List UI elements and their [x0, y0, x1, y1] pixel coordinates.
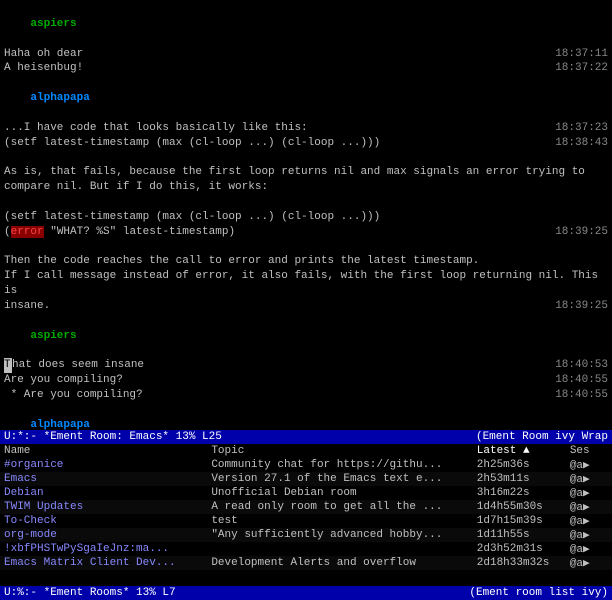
message-line: compare nil. But if I do this, it works:	[4, 180, 608, 195]
room-latest-cell: 2d18h33m32s	[473, 556, 566, 570]
username-alphapapa: alphapapa	[30, 92, 89, 104]
list-item[interactable]: Debian Unofficial Debian room3h16m22s@a▶	[0, 486, 612, 500]
room-latest-cell: 1d4h55m30s	[473, 500, 566, 514]
list-item[interactable]: TWIM Updates A read only room to get all …	[0, 500, 612, 514]
room-ses-cell: @a▶	[566, 500, 612, 514]
list-item[interactable]: Emacs Matrix Client Dev... Development Al…	[0, 556, 612, 570]
room-name-cell[interactable]: Debian	[0, 486, 207, 500]
room-topic-cell: A read only room to get all the ...	[207, 500, 472, 514]
message-line: Then the code reaches the call to error …	[4, 254, 608, 269]
room-latest-cell: 1d11h55s	[473, 528, 566, 542]
room-latest-cell: 2h53m11s	[473, 472, 566, 486]
col-header-ses: Ses	[566, 444, 612, 458]
room-latest-cell: 1d7h15m39s	[473, 514, 566, 528]
list-item[interactable]: To-Check test1d7h15m39s@a▶	[0, 514, 612, 528]
room-latest-cell: 3h16m22s	[473, 486, 566, 500]
message-line	[4, 150, 608, 165]
message-line: If I call message instead of error, it a…	[4, 269, 608, 299]
col-header-latest: Latest ▲	[473, 444, 566, 458]
message-line: That does seem insane 18:40:53	[4, 358, 608, 373]
message-line: Are you compiling? 18:40:55	[4, 373, 608, 388]
room-topic-cell	[207, 542, 472, 556]
room-topic-cell: test	[207, 514, 472, 528]
status-right-2: (Ement room list ivy)	[469, 587, 608, 599]
message-line	[4, 195, 608, 210]
list-item[interactable]: #organice Community chat for https://gith…	[0, 458, 612, 472]
username-line: alphapapa	[4, 403, 608, 430]
list-item[interactable]: Emacs Version 27.1 of the Emacs text e...…	[0, 472, 612, 486]
status-bar-1: U:*:- *Ement Room: Emacs* 13% L25 (Ement…	[0, 430, 612, 444]
room-name-cell[interactable]: !xbfPHSTwPySgaIeJnz:ma...	[0, 542, 207, 556]
list-item[interactable]: !xbfPHSTwPySgaIeJnz:ma... 2d3h52m31s@a▶	[0, 542, 612, 556]
message-line: * Are you compiling? 18:40:55	[4, 388, 608, 403]
message-line: ...I have code that looks basically like…	[4, 121, 608, 136]
message-line: As is, that fails, because the first loo…	[4, 165, 608, 180]
message-line: (error "WHAT? %S" latest-timestamp) 18:3…	[4, 225, 608, 240]
col-header-topic: Topic	[207, 444, 472, 458]
username-aspiers: aspiers	[30, 18, 76, 30]
room-ses-cell: @a▶	[566, 486, 612, 500]
status-bar-2: U:%:- *Ement Rooms* 13% L7 (Ement room l…	[0, 586, 612, 600]
status-left-1: U:*:- *Ement Room: Emacs* 13% L25	[4, 431, 222, 443]
message-line: A heisenbug! 18:37:22	[4, 61, 608, 76]
room-link[interactable]: !xbfPHSTwPySgaIeJnz:ma...	[4, 543, 169, 555]
room-ses-cell: @a▶	[566, 514, 612, 528]
error-highlight: error	[11, 226, 44, 238]
room-list: Name Topic Latest ▲ Ses #organice Communi…	[0, 444, 612, 572]
room-topic-cell: Version 27.1 of the Emacs text e...	[207, 472, 472, 486]
room-ses-cell: @a▶	[566, 542, 612, 556]
col-header-name: Name	[0, 444, 207, 458]
room-name-cell[interactable]: To-Check	[0, 514, 207, 528]
message-line: Haha oh dear 18:37:11	[4, 47, 608, 62]
message-line	[4, 240, 608, 255]
message-line: (setf latest-timestamp (max (cl-loop ...…	[4, 136, 608, 151]
room-link[interactable]: Emacs	[4, 473, 37, 485]
username-line: aspiers	[4, 2, 608, 47]
room-latest-cell: 2h25m36s	[473, 458, 566, 472]
room-link[interactable]: To-Check	[4, 515, 57, 527]
username-line: alphapapa	[4, 76, 608, 121]
username-line: aspiers	[4, 314, 608, 359]
room-latest-cell: 2d3h52m31s	[473, 542, 566, 556]
room-name-cell[interactable]: org-mode	[0, 528, 207, 542]
room-ses-cell: @a▶	[566, 472, 612, 486]
room-ses-cell: @a▶	[566, 528, 612, 542]
status-left-2: U:%:- *Ement Rooms* 13% L7	[4, 587, 176, 599]
room-name-cell[interactable]: Emacs	[0, 472, 207, 486]
cursor: T	[4, 358, 12, 373]
room-name-cell[interactable]: Emacs Matrix Client Dev...	[0, 556, 207, 570]
username-alphapapa: alphapapa	[30, 419, 89, 430]
room-table: Name Topic Latest ▲ Ses #organice Communi…	[0, 444, 612, 570]
room-topic-cell: Unofficial Debian room	[207, 486, 472, 500]
room-ses-cell: @a▶	[566, 556, 612, 570]
message-line: insane. 18:39:25	[4, 299, 608, 314]
room-link[interactable]: TWIM Updates	[4, 501, 83, 513]
room-topic-cell: Community chat for https://githu...	[207, 458, 472, 472]
room-ses-cell: @a▶	[566, 458, 612, 472]
chat-area: aspiers Haha oh dear 18:37:11 A heisenbu…	[0, 0, 612, 430]
room-name-cell[interactable]: TWIM Updates	[0, 500, 207, 514]
room-topic-cell: "Any sufficiently advanced hobby...	[207, 528, 472, 542]
message-line: (setf latest-timestamp (max (cl-loop ...…	[4, 210, 608, 225]
room-name-cell[interactable]: #organice	[0, 458, 207, 472]
room-link[interactable]: org-mode	[4, 529, 57, 541]
list-item[interactable]: org-mode "Any sufficiently advanced hobby…	[0, 528, 612, 542]
room-link[interactable]: Debian	[4, 487, 44, 499]
username-aspiers: aspiers	[30, 330, 76, 342]
room-link[interactable]: Emacs Matrix Client Dev...	[4, 557, 176, 569]
room-topic-cell: Development Alerts and overflow	[207, 556, 472, 570]
status-right-1: (Ement Room ivy Wrap	[476, 431, 608, 443]
room-link[interactable]: #organice	[4, 459, 63, 471]
